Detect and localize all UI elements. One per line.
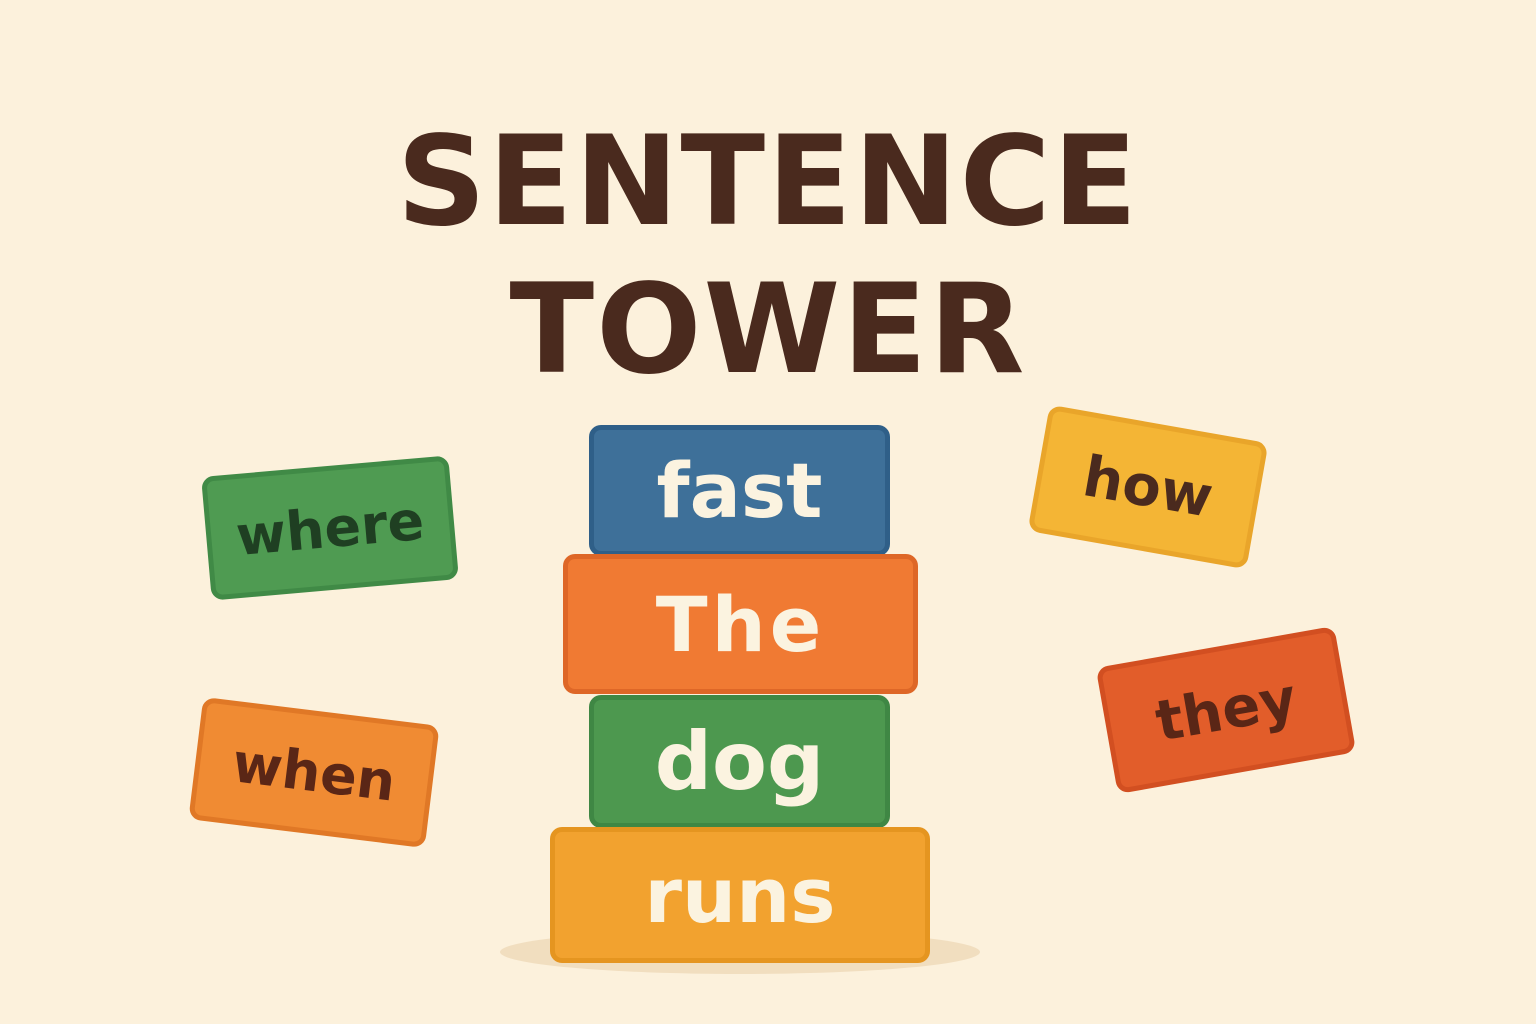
word-card-where[interactable]: where bbox=[201, 455, 459, 601]
game-title-line-1: SENTENCE bbox=[396, 110, 1140, 254]
tower-block-the[interactable]: The bbox=[563, 554, 918, 694]
game-screen: SENTENCE TOWER fast The dog runs where w… bbox=[0, 0, 1536, 1024]
tower-block-dog[interactable]: dog bbox=[589, 695, 890, 828]
word-card-how[interactable]: how bbox=[1027, 404, 1269, 570]
game-title-line-2: TOWER bbox=[509, 258, 1027, 402]
word-card-they[interactable]: they bbox=[1095, 625, 1357, 795]
tower-block-runs[interactable]: runs bbox=[550, 827, 930, 963]
tower-block-fast[interactable]: fast bbox=[589, 425, 890, 556]
word-card-when[interactable]: when bbox=[188, 696, 440, 849]
